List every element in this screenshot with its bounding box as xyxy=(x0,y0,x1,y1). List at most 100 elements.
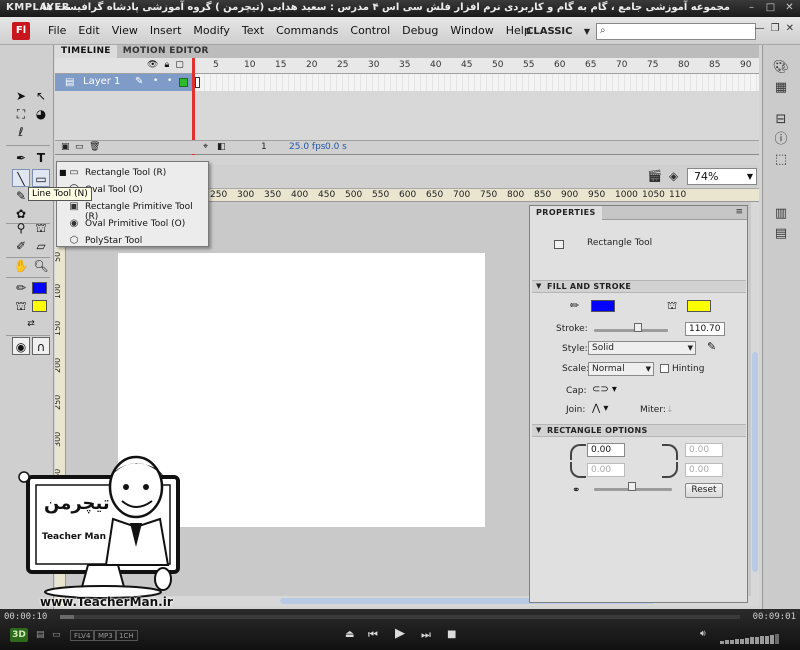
new-layer-icon[interactable]: ▣ xyxy=(61,142,70,152)
link-icon[interactable]: ⚭ xyxy=(572,485,580,496)
previous-icon[interactable]: ⏮ xyxy=(368,628,378,642)
subselection-tool-icon[interactable]: ↖ xyxy=(32,87,50,105)
play-icon[interactable]: ▶ xyxy=(395,626,405,641)
hinting-checkbox[interactable] xyxy=(660,364,669,373)
transform-panel-icon[interactable]: ⬚ xyxy=(772,151,790,169)
corner-radius-top-right[interactable]: 0.00 xyxy=(685,443,723,457)
edit-stroke-style-icon[interactable]: ✎ xyxy=(707,340,716,353)
3d-rotation-tool-icon[interactable]: ◕ xyxy=(32,105,50,123)
corner-slider-thumb[interactable] xyxy=(628,482,636,491)
delete-layer-icon[interactable]: 🗑︎ xyxy=(89,142,100,152)
hand-tool-icon[interactable]: ✋ xyxy=(12,257,30,275)
minimize-icon[interactable]: – xyxy=(745,2,758,14)
swatches-panel-icon[interactable]: ▦ xyxy=(772,79,790,97)
menu-text[interactable]: Text xyxy=(236,24,270,37)
layer-color-swatch[interactable] xyxy=(179,78,188,87)
menu-control[interactable]: Control xyxy=(344,24,396,37)
menu-edit[interactable]: Edit xyxy=(72,24,105,37)
flyout-item[interactable]: ⬡ PolyStar Tool xyxy=(57,233,208,250)
tab-timeline[interactable]: TIMELINE xyxy=(55,45,117,58)
menu-icon[interactable]: ▤ xyxy=(36,630,45,640)
bone-tool-icon[interactable]: ⚲ xyxy=(12,219,30,237)
cap-select-icon[interactable]: ⊂⊃ ▾ xyxy=(592,384,617,395)
close-icon[interactable]: ✕ xyxy=(786,23,794,34)
playlist-icon[interactable]: ▭ xyxy=(52,630,61,640)
flyout-item[interactable]: ■ ▭ Rectangle Tool (R) xyxy=(57,165,208,182)
object-drawing-icon[interactable]: ◉ xyxy=(12,337,30,355)
fill-color-swatch[interactable] xyxy=(32,300,47,312)
tab-motion-editor[interactable]: MOTION EDITOR xyxy=(117,45,215,58)
swap-colors-icon[interactable]: ⇄ xyxy=(22,315,40,333)
frame-rate[interactable]: 25.0 fps xyxy=(289,142,325,152)
reset-button[interactable]: Reset xyxy=(685,483,723,498)
menu-view[interactable]: View xyxy=(106,24,144,37)
selection-tool-icon[interactable]: ➤ xyxy=(12,87,30,105)
edit-symbols-icon[interactable]: ◈ xyxy=(669,169,678,183)
next-icon[interactable]: ⏭ xyxy=(421,628,431,642)
speaker-icon[interactable]: 🔊︎ xyxy=(700,629,706,639)
align-panel-icon[interactable]: ⊟ xyxy=(772,111,790,129)
stroke-slider[interactable] xyxy=(594,329,668,332)
outline-icon[interactable]: ▢ xyxy=(175,60,184,70)
close-icon[interactable]: ✕ xyxy=(783,2,796,14)
lock-dot-icon[interactable]: • xyxy=(167,76,172,86)
join-select-icon[interactable]: ⋀ ▾ xyxy=(592,403,608,414)
lock-icon[interactable]: 🔒︎ xyxy=(164,60,169,70)
miter-input[interactable]: ↓ xyxy=(666,405,674,415)
corner-radius-bottom-right[interactable]: 0.00 xyxy=(685,463,723,477)
center-frame-icon[interactable]: ⌖ xyxy=(203,142,208,152)
visible-dot-icon[interactable]: • xyxy=(153,76,158,86)
menu-debug[interactable]: Debug xyxy=(396,24,444,37)
zoom-tool-icon[interactable]: 🔍︎ xyxy=(32,257,50,275)
flyout-item[interactable]: ▣ Rectangle Primitive Tool (R) xyxy=(57,199,208,222)
maximize-icon[interactable]: □ xyxy=(764,2,777,14)
scale-select[interactable]: Normal ▼ xyxy=(588,362,654,376)
keyframe[interactable] xyxy=(195,77,200,88)
fill-color-swatch[interactable] xyxy=(687,300,711,312)
volume-slider[interactable] xyxy=(720,631,790,644)
vertical-scrollbar[interactable] xyxy=(751,202,759,596)
stroke-color-swatch[interactable] xyxy=(32,282,47,294)
menu-commands[interactable]: Commands xyxy=(270,24,344,37)
workspace-selector[interactable]: CLASSIC ▼ xyxy=(520,23,592,40)
eraser-tool-icon[interactable]: ▱ xyxy=(32,237,50,255)
help-search-input[interactable]: ⌕ xyxy=(596,23,756,40)
frame-ruler[interactable]: 5 10 15 20 25 30 35 40 45 50 55 60 65 70 75 80 85 90 xyxy=(193,58,759,74)
eyedropper-tool-icon[interactable]: ✐ xyxy=(12,237,30,255)
3d-badge[interactable]: 3D xyxy=(10,628,28,642)
frames-row[interactable] xyxy=(193,74,759,91)
onion-skin-icon[interactable]: ◧ xyxy=(217,142,226,152)
edit-scene-icon[interactable]: 🎬︎ xyxy=(647,169,662,183)
eject-icon[interactable]: ⏏ xyxy=(345,629,354,640)
corner-radius-top-left[interactable]: 0.00 xyxy=(587,443,625,457)
new-folder-icon[interactable]: ▭ xyxy=(75,142,84,152)
paint-bucket-tool-icon[interactable]: ⛫ xyxy=(32,219,50,237)
stroke-slider-thumb[interactable] xyxy=(634,323,642,332)
seek-bar[interactable] xyxy=(60,615,740,619)
properties-tab[interactable]: PROPERTIES xyxy=(530,206,602,220)
eye-icon[interactable]: 👁︎ xyxy=(147,60,158,70)
lasso-tool-icon[interactable]: ℓ xyxy=(12,123,30,141)
section-rectangle-options[interactable]: RECTANGLE OPTIONS xyxy=(532,424,746,437)
line-tool-icon[interactable]: ╲ xyxy=(12,169,30,187)
info-panel-icon[interactable]: ⓘ xyxy=(772,131,790,149)
menu-modify[interactable]: Modify xyxy=(187,24,235,37)
menu-insert[interactable]: Insert xyxy=(144,24,188,37)
restore-icon[interactable]: ❐ xyxy=(771,23,780,34)
menu-file[interactable]: File xyxy=(42,24,72,37)
free-transform-tool-icon[interactable]: ⛶ xyxy=(12,105,30,123)
panel-menu-icon[interactable]: ≡ xyxy=(735,207,743,217)
pen-tool-icon[interactable]: ✒ xyxy=(12,149,30,167)
components-panel-icon[interactable]: ▤ xyxy=(772,225,790,243)
minimize-icon[interactable]: — xyxy=(755,23,765,34)
zoom-select[interactable]: 74% ▼ xyxy=(687,168,757,185)
layer-row[interactable]: ▤ Layer 1 ✎ • • xyxy=(55,74,193,91)
rectangle-tool-icon[interactable]: ▭ xyxy=(32,169,50,187)
stop-icon[interactable]: ■ xyxy=(447,629,456,640)
scroll-thumb[interactable] xyxy=(752,352,758,572)
flyout-item[interactable]: ◉ Oval Primitive Tool (O) xyxy=(57,216,208,233)
stroke-input[interactable]: 110.70 xyxy=(685,322,725,336)
menu-window[interactable]: Window xyxy=(444,24,499,37)
section-fill-stroke[interactable]: FILL AND STROKE xyxy=(532,280,746,293)
stroke-color-swatch[interactable] xyxy=(591,300,615,312)
